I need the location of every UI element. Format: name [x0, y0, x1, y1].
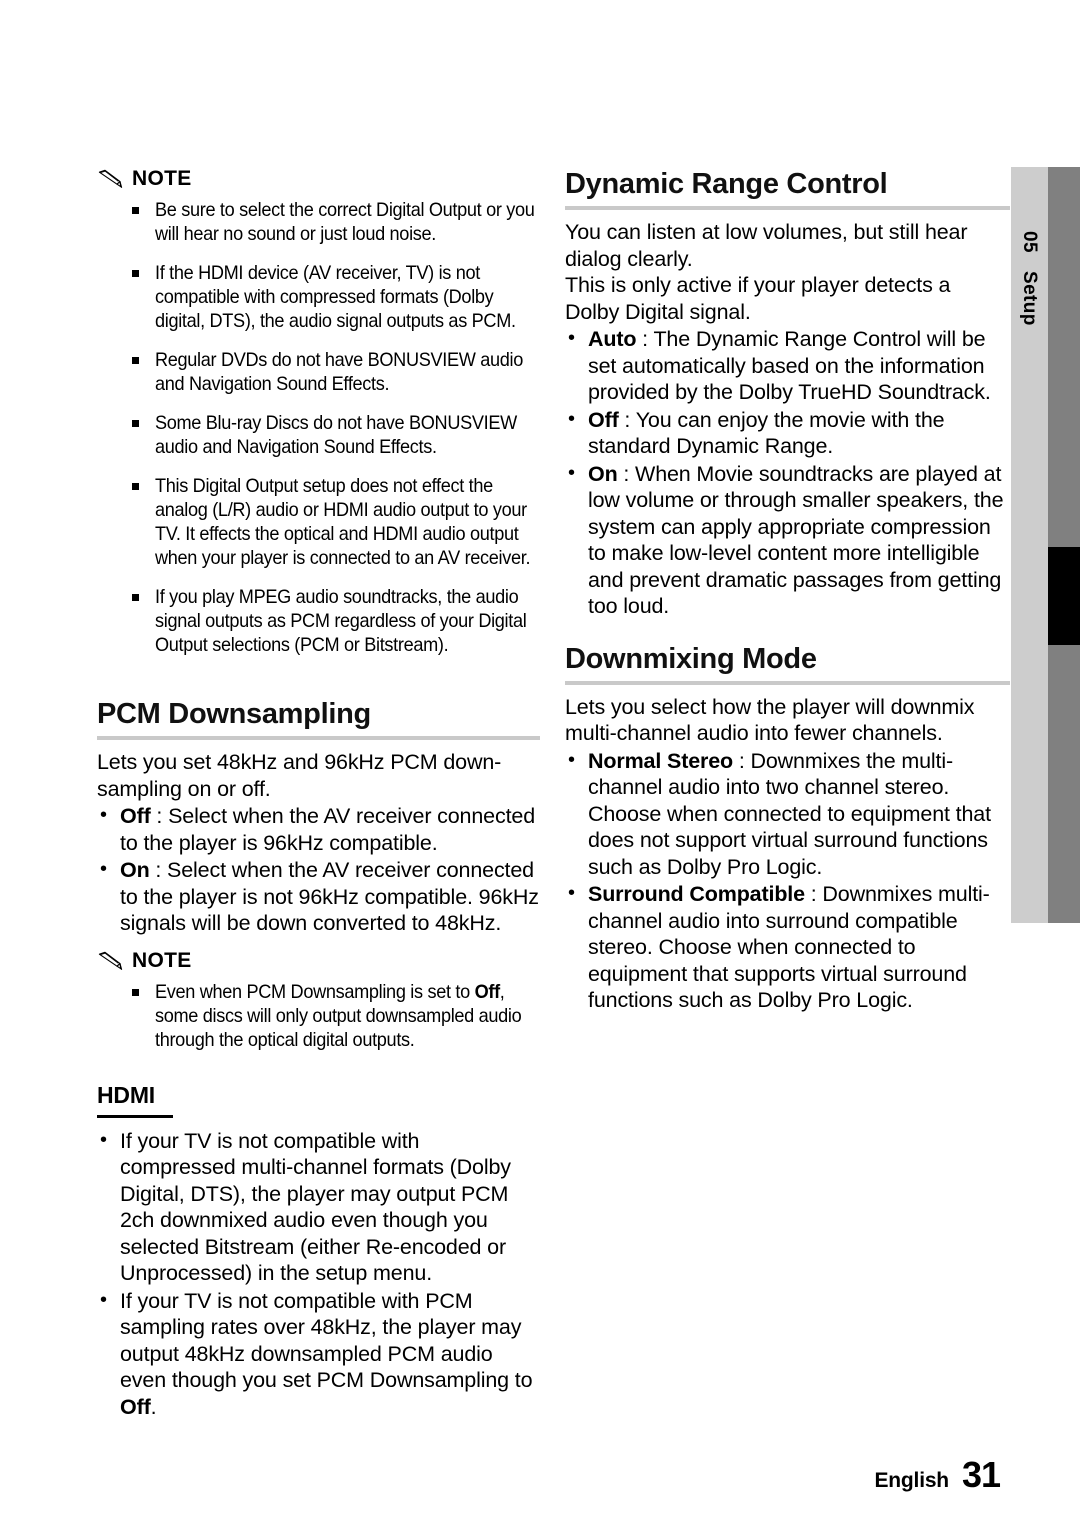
- note-list: Be sure to select the correct Digital Ou…: [97, 198, 540, 657]
- note-item: If the HDMI device (AV receiver, TV) is …: [124, 261, 540, 333]
- note-item: Some Blu-ray Discs do not have BONUSVIEW…: [124, 411, 540, 459]
- side-tab-text: 05 Setup: [1011, 167, 1048, 367]
- pencil-icon: [97, 169, 123, 189]
- hdmi-bullet-item: If your TV is not compatible with PCM sa…: [97, 1287, 540, 1421]
- section-title: PCM Downsampling: [97, 698, 371, 730]
- note-item-text: Be sure to select the correct Digital Ou…: [155, 199, 535, 245]
- pencil-icon: [97, 951, 123, 971]
- option-term: On: [588, 461, 618, 486]
- section-rule: [97, 736, 540, 740]
- option-separator: :: [618, 407, 636, 432]
- note-item-text: If the HDMI device (AV receiver, TV) is …: [155, 262, 516, 332]
- option-text: When Movie soundtracks are played at low…: [588, 461, 1004, 619]
- option-item: Off : Select when the AV receiver connec…: [97, 802, 540, 856]
- note-item-text: Regular DVDs do not have BONUSVIEW audio…: [155, 349, 524, 395]
- section-dynamic-range-control: Dynamic Range Control You can listen at …: [565, 167, 1010, 620]
- note-list: Even when PCM Downsampling is set to Off…: [97, 980, 540, 1052]
- option-item: Auto : The Dynamic Range Control will be…: [565, 325, 1010, 406]
- note-item: Regular DVDs do not have BONUSVIEW audio…: [124, 348, 540, 396]
- page-footer: English 31: [874, 1454, 1002, 1496]
- note-item-bold: Off: [474, 980, 501, 1003]
- hdmi-bullet-bold: Off: [120, 1394, 151, 1419]
- note-item: Be sure to select the correct Digital Ou…: [124, 198, 540, 246]
- option-separator: :: [149, 858, 168, 882]
- option-separator: :: [804, 882, 823, 906]
- option-term: Normal Stereo: [588, 748, 734, 773]
- note-item-text: Some Blu-ray Discs do not have BONUSVIEW…: [155, 412, 517, 458]
- manual-page: 05 Setup NOTE Be sure to select the corr…: [0, 0, 1080, 1532]
- note-item-text: Even when PCM Downsampling is set to Off…: [155, 980, 540, 1052]
- option-separator: :: [617, 461, 636, 486]
- section-rule: [565, 206, 1010, 210]
- note-item-pre: Even when PCM Downsampling is set to: [155, 980, 475, 1003]
- option-text: You can enjoy the movie with the standar…: [588, 407, 945, 459]
- section-hdmi: HDMI If your TV is not compatible with c…: [97, 1082, 540, 1421]
- option-item: Surround Compatible : Downmixes multi-ch…: [565, 880, 1010, 1014]
- section-intro-2: This is only active if your player detec…: [565, 273, 951, 324]
- option-text: Select when the AV receiver connected to…: [120, 804, 536, 855]
- option-separator: :: [636, 327, 654, 351]
- side-tab-dark-strip: [1048, 167, 1080, 923]
- option-term: On: [120, 858, 150, 882]
- section-title: Downmixing Mode: [565, 642, 817, 675]
- option-term: Surround Compatible: [588, 882, 805, 906]
- section-downmixing-mode: Downmixing Mode Lets you select how the …: [565, 642, 1010, 1014]
- note-item: Even when PCM Downsampling is set to Off…: [124, 980, 540, 1052]
- option-list: Normal Stereo : Downmixes the multi-chan…: [565, 747, 1010, 1014]
- option-item: On : When Movie soundtracks are played a…: [565, 460, 1010, 620]
- option-term: Off: [588, 407, 619, 432]
- section-intro: Lets you select how the player will down…: [565, 694, 975, 746]
- side-tab-number: 05: [1019, 230, 1040, 253]
- note-item: If you play MPEG audio soundtracks, the …: [124, 585, 540, 657]
- note-header: NOTE: [97, 949, 540, 973]
- hdmi-bullet-pre: If your TV is not compatible with PCM sa…: [120, 1288, 533, 1393]
- note-item: This Digital Output setup does not effec…: [124, 474, 540, 570]
- note-header: NOTE: [97, 167, 540, 191]
- section-intro-1: You can listen at low volumes, but still…: [565, 220, 968, 271]
- hdmi-bullet-list: If your TV is not compatible with compre…: [97, 1127, 540, 1421]
- option-term: Auto: [588, 327, 637, 351]
- option-term: Off: [120, 804, 151, 828]
- chapter-side-tab: 05 Setup: [1011, 167, 1080, 923]
- option-list: Auto : The Dynamic Range Control will be…: [565, 325, 1010, 620]
- option-item: Off : You can enjoy the movie with the s…: [565, 406, 1010, 460]
- option-list: Off : Select when the AV receiver connec…: [97, 802, 540, 937]
- left-column: NOTE Be sure to select the correct Digit…: [97, 167, 540, 1420]
- section-pcm-downsampling: PCM Downsampling Lets you set 48kHz and …: [97, 697, 540, 937]
- side-tab-black-marker: [1048, 547, 1080, 645]
- footer-language: English: [874, 1469, 950, 1492]
- option-item: On : Select when the AV receiver connect…: [97, 856, 540, 937]
- hdmi-bullet-post: .: [150, 1394, 157, 1419]
- side-tab-label: Setup: [1019, 270, 1040, 326]
- subsection-title: HDMI: [97, 1081, 155, 1108]
- section-intro: Lets you set 48kHz and 96kHz PCM down-sa…: [97, 750, 502, 801]
- section-title: Dynamic Range Control: [565, 168, 888, 200]
- right-column: Dynamic Range Control You can listen at …: [565, 167, 1010, 1014]
- option-item: Normal Stereo : Downmixes the multi-chan…: [565, 747, 1010, 881]
- option-separator: :: [150, 804, 169, 828]
- hdmi-bullet-item: If your TV is not compatible with compre…: [97, 1127, 540, 1287]
- subsection-rule: [97, 1114, 173, 1118]
- note-item-text: This Digital Output setup does not effec…: [155, 475, 531, 569]
- option-text: Select when the AV receiver connected to…: [120, 858, 539, 935]
- option-separator: :: [733, 748, 751, 773]
- note-block-1: NOTE Be sure to select the correct Digit…: [97, 167, 540, 657]
- note-block-2: NOTE Even when PCM Downsampling is set t…: [97, 949, 540, 1052]
- footer-page-number: 31: [961, 1454, 1001, 1495]
- section-rule: [565, 680, 1010, 685]
- note-label: NOTE: [132, 167, 192, 190]
- note-label: NOTE: [132, 948, 192, 972]
- note-item-text: If you play MPEG audio soundtracks, the …: [155, 586, 527, 656]
